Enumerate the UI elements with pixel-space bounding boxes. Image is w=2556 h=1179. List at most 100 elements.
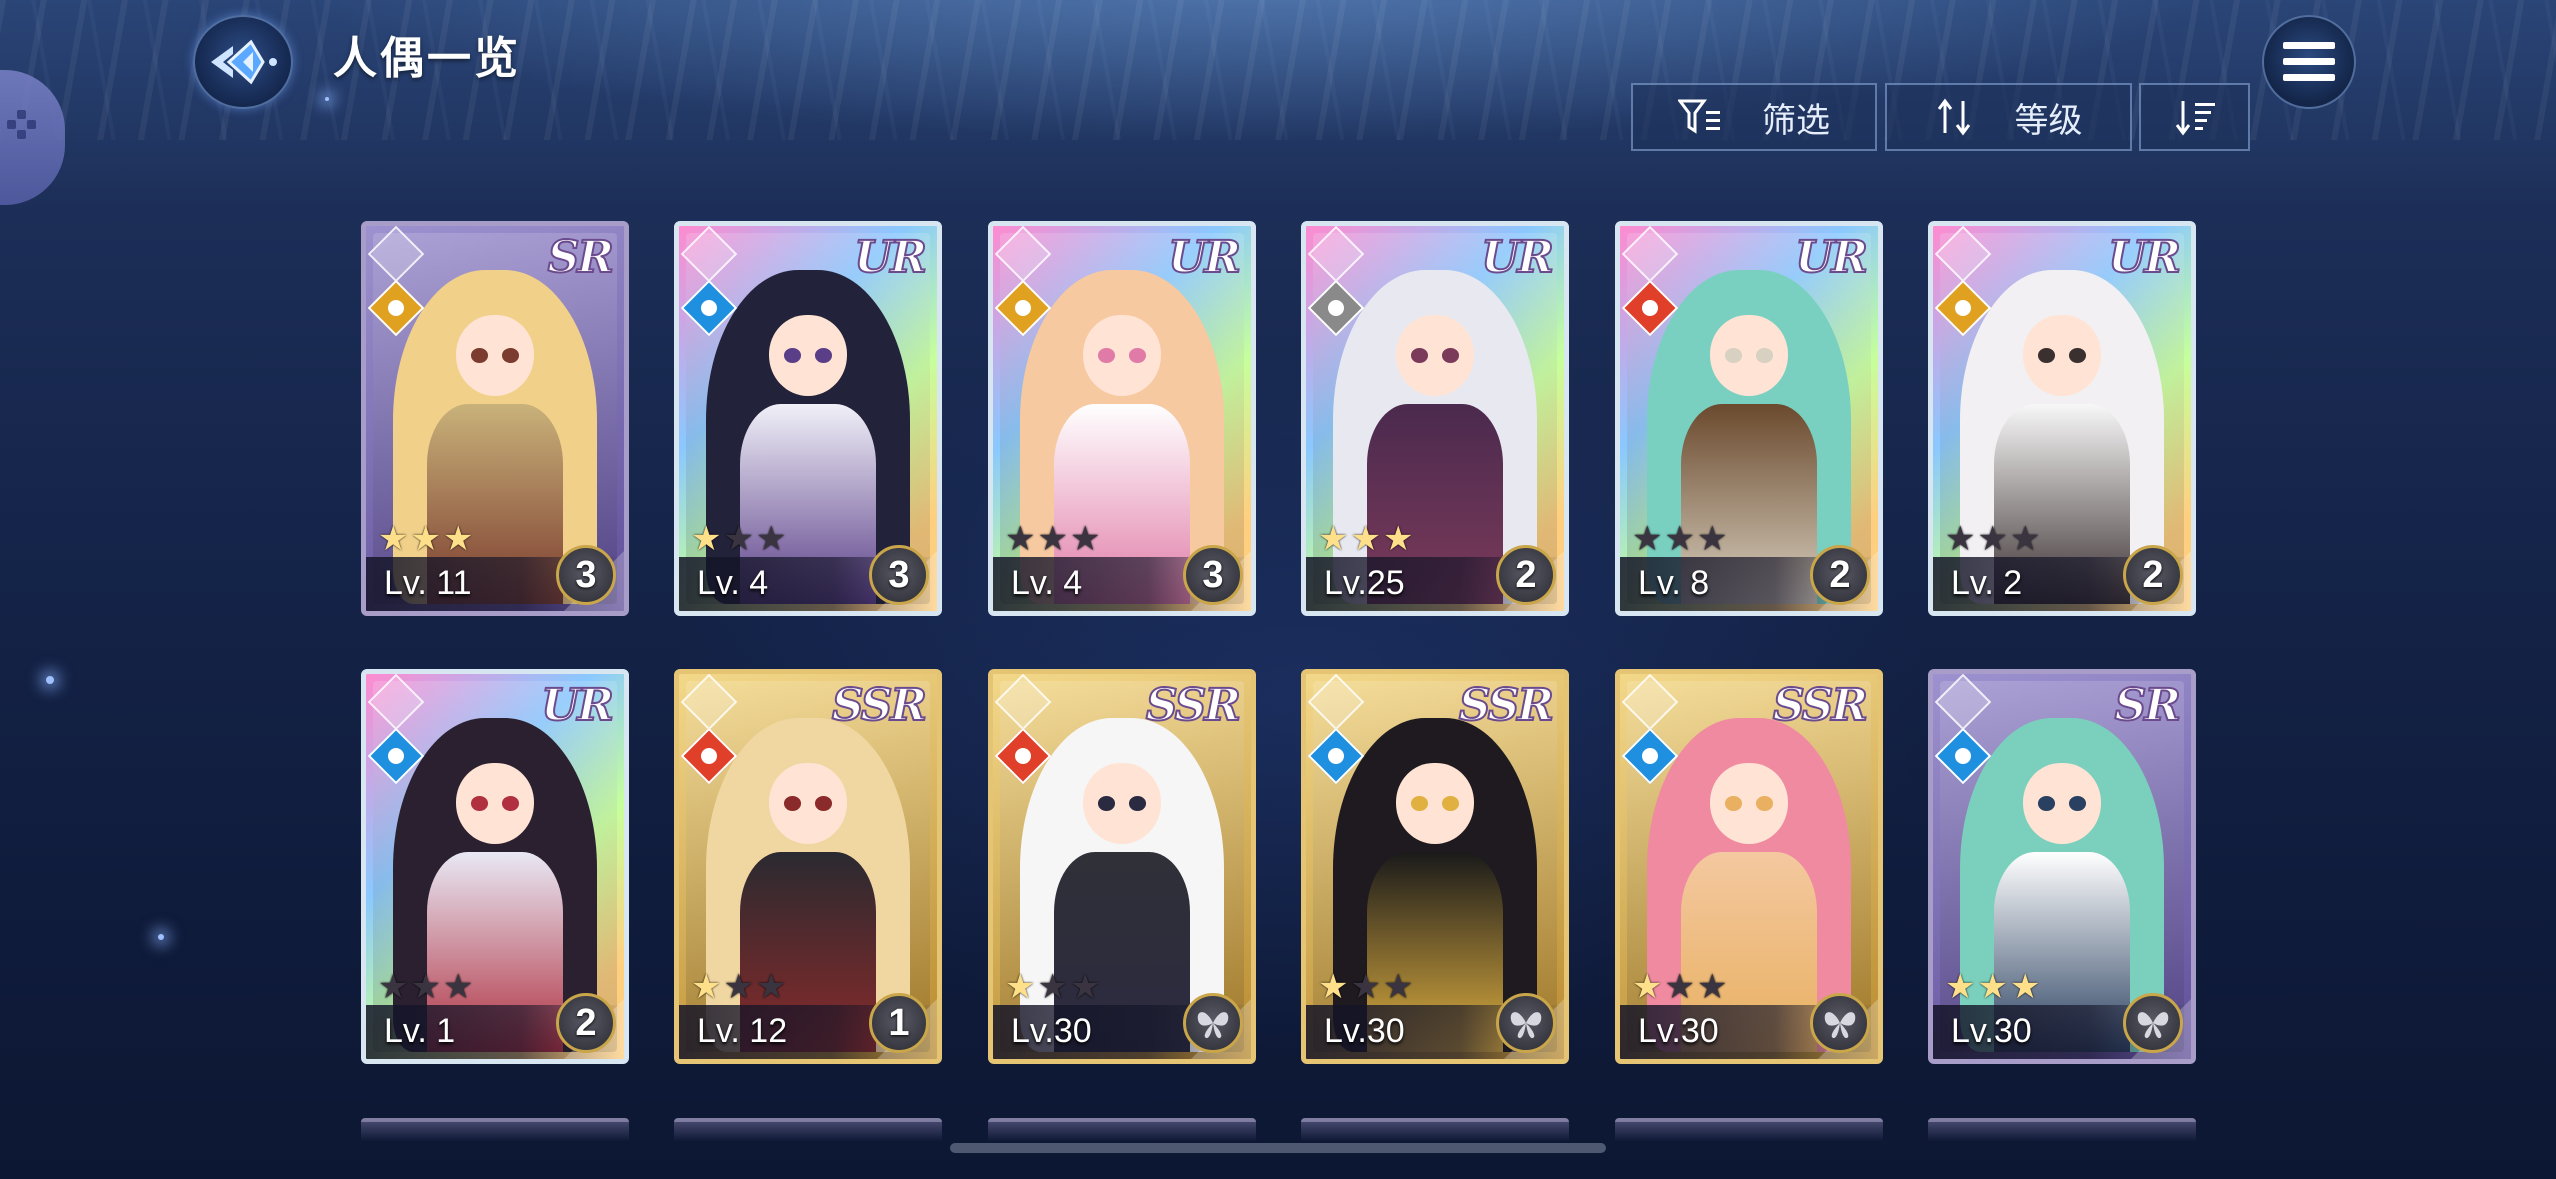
filter-label: 筛选 <box>1762 101 1830 140</box>
filter-button[interactable]: 筛选 <box>1631 83 1877 151</box>
star-rating: ★★★ <box>1632 968 1730 1006</box>
page-title: 人偶一览 <box>333 34 521 83</box>
portrait-face <box>1395 762 1475 845</box>
star-rating: ★★★ <box>1318 520 1416 558</box>
background-sparkle <box>46 676 54 684</box>
duplicate-count: 2 <box>2142 553 2164 596</box>
portrait-face <box>455 314 535 397</box>
level-label: Lv. 4 <box>697 564 769 602</box>
star-rating: ★★★ <box>691 520 789 558</box>
doll-card[interactable]: UR ★★★ Lv. 2 2 <box>1928 221 2196 616</box>
doll-card[interactable]: UR ★★★ Lv. 1 2 <box>361 669 629 1064</box>
butterfly-icon <box>1824 1012 1856 1039</box>
portrait-face <box>768 314 848 397</box>
portrait-face <box>2022 762 2102 845</box>
star-rating: ★★★ <box>1632 520 1730 558</box>
portrait-eye <box>2037 796 2055 811</box>
level-label: Lv. 4 <box>1011 564 1083 602</box>
rarity-label: UR <box>540 679 615 732</box>
back-button[interactable] <box>193 15 293 109</box>
rarity-label: SR <box>547 231 615 284</box>
portrait-face <box>455 762 535 845</box>
level-label: Lv.30 <box>1324 1012 1405 1050</box>
doll-card[interactable]: SSR ★★★ Lv.30 <box>988 669 1256 1064</box>
doll-card[interactable]: SR ★★★ Lv.30 <box>1928 669 2196 1064</box>
portrait-eye <box>1410 348 1428 363</box>
next-row-card-edge <box>1928 1118 2196 1142</box>
level-label: Lv.30 <box>1638 1012 1719 1050</box>
doll-card[interactable]: UR ★★★ Lv. 4 3 <box>988 221 1256 616</box>
hamburger-menu-icon <box>2283 42 2335 81</box>
level-label: Lv.30 <box>1011 1012 1092 1050</box>
duplicate-count-badge: 3 <box>1183 545 1243 605</box>
sort-icon <box>1937 98 1970 136</box>
level-label: Lv.25 <box>1324 564 1405 602</box>
gamepad-icon <box>7 110 37 140</box>
portrait-eye <box>470 348 488 363</box>
rarity-label: SR <box>2114 679 2182 732</box>
next-row-card-edge <box>674 1118 942 1142</box>
menu-button[interactable] <box>2262 15 2356 109</box>
doll-card[interactable]: SSR ★★★ Lv.30 <box>1301 669 1569 1064</box>
level-label: Lv. 1 <box>384 1012 456 1050</box>
rarity-label: SSR <box>831 679 928 732</box>
level-label: Lv. 12 <box>697 1012 788 1050</box>
portrait-eye <box>783 348 801 363</box>
portrait-eye <box>1097 348 1115 363</box>
portrait-face <box>1082 762 1162 845</box>
level-label: Lv. 2 <box>1951 564 2023 602</box>
rarity-label: SSR <box>1458 679 1555 732</box>
rarity-label: UR <box>1480 231 1555 284</box>
rarity-label: UR <box>1794 231 1869 284</box>
doll-card[interactable]: SSR ★★★ Lv. 12 1 <box>674 669 942 1064</box>
rarity-label: UR <box>853 231 928 284</box>
next-row-card-edge <box>1301 1118 1569 1142</box>
sort-order-button[interactable] <box>2139 83 2250 151</box>
duplicate-count: 3 <box>575 553 597 596</box>
butterfly-emblem-icon <box>1183 993 1243 1053</box>
star-rating: ★★★ <box>1945 520 2043 558</box>
doll-card[interactable]: SR ★★★ Lv. 11 3 <box>361 221 629 616</box>
next-row-card-edge <box>988 1118 1256 1142</box>
rarity-label: UR <box>1167 231 1242 284</box>
level-label: Lv. 8 <box>1638 564 1710 602</box>
duplicate-count-badge: 3 <box>556 545 616 605</box>
doll-card[interactable]: UR ★★★ Lv.25 2 <box>1301 221 1569 616</box>
duplicate-count-badge: 1 <box>869 993 929 1053</box>
background-sparkle <box>325 97 329 101</box>
duplicate-count: 2 <box>1829 553 1851 596</box>
duplicate-count-badge: 2 <box>2123 545 2183 605</box>
duplicate-count-badge: 2 <box>1496 545 1556 605</box>
star-rating: ★★★ <box>378 968 476 1006</box>
background-sparkle <box>158 934 164 940</box>
doll-card[interactable]: UR ★★★ Lv. 4 3 <box>674 221 942 616</box>
doll-card[interactable]: UR ★★★ Lv. 8 2 <box>1615 221 1883 616</box>
level-label: Lv.30 <box>1951 1012 2032 1050</box>
star-rating: ★★★ <box>691 968 789 1006</box>
rarity-label: SSR <box>1772 679 1869 732</box>
sort-label: 等级 <box>2014 101 2083 140</box>
butterfly-icon <box>1510 1012 1542 1039</box>
portrait-face <box>1709 762 1789 845</box>
butterfly-icon <box>1197 1012 1229 1039</box>
butterfly-emblem-icon <box>1496 993 1556 1053</box>
doll-card[interactable]: SSR ★★★ Lv.30 <box>1615 669 1883 1064</box>
portrait-face <box>1395 314 1475 397</box>
portrait-eye <box>1724 796 1742 811</box>
home-indicator[interactable] <box>950 1143 1606 1153</box>
duplicate-count: 2 <box>575 1001 597 1044</box>
portrait-eye <box>783 796 801 811</box>
portrait-eye <box>1097 796 1115 811</box>
portrait-eye <box>470 796 488 811</box>
duplicate-count: 1 <box>888 1001 910 1044</box>
duplicate-count: 3 <box>1202 553 1224 596</box>
portrait-face <box>768 762 848 845</box>
side-gamepad-shortcut[interactable] <box>0 70 65 205</box>
next-row-card-edge <box>1615 1118 1883 1142</box>
portrait-eye <box>2037 348 2055 363</box>
star-rating: ★★★ <box>378 520 476 558</box>
sort-by-button[interactable]: 等级 <box>1885 83 2132 151</box>
portrait-eye <box>1724 348 1742 363</box>
duplicate-count-badge: 2 <box>1810 545 1870 605</box>
butterfly-emblem-icon <box>2123 993 2183 1053</box>
